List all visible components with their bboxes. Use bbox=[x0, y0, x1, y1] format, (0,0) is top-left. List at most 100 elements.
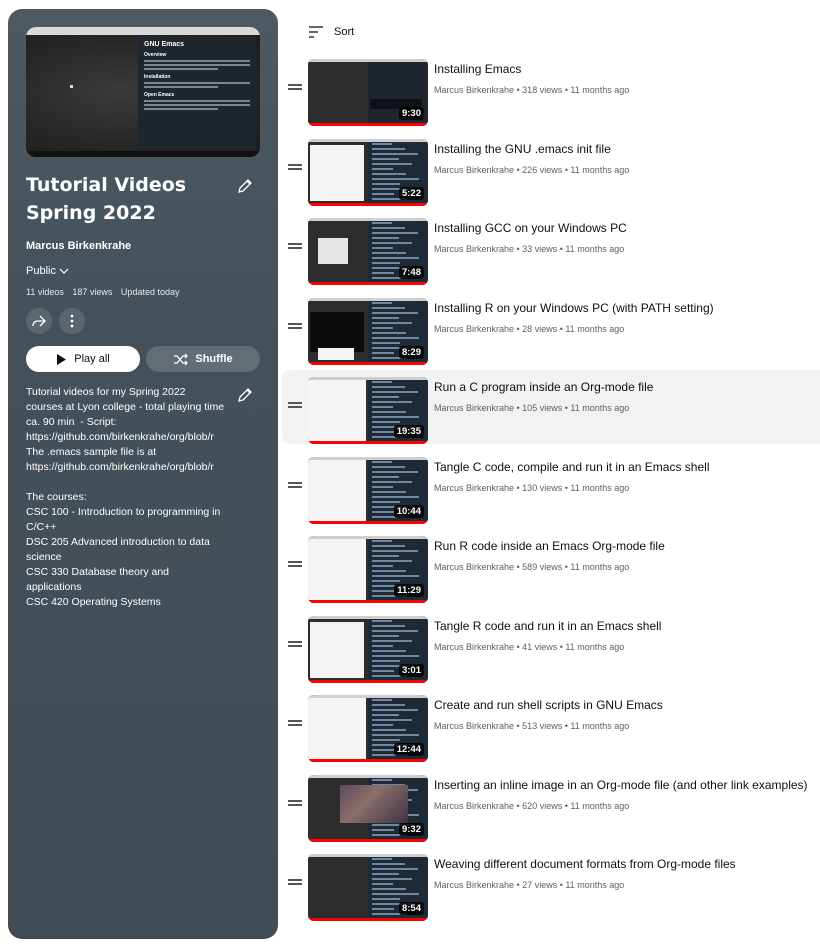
thumbnail-document: GNU Emacs Overview Installation Open Ema… bbox=[138, 37, 256, 151]
video-title[interactable]: Run a C program inside an Org-mode file bbox=[434, 380, 653, 394]
duration-badge: 8:54 bbox=[398, 902, 424, 915]
drag-handle-icon[interactable] bbox=[288, 879, 302, 887]
duration-badge: 8:29 bbox=[398, 346, 424, 359]
video-thumbnail[interactable]: 19:35 bbox=[308, 377, 428, 444]
drag-handle-icon[interactable] bbox=[288, 482, 302, 490]
video-meta: Marcus Birkenkrahe • 513 views • 11 mont… bbox=[434, 721, 630, 731]
video-thumbnail[interactable]: 12:44 bbox=[308, 695, 428, 762]
video-meta: Marcus Birkenkrahe • 28 views • 11 month… bbox=[434, 324, 625, 334]
edit-title-pencil-icon[interactable] bbox=[236, 177, 254, 195]
thumbnail-doc-section: Installation bbox=[144, 74, 171, 80]
video-title[interactable]: Create and run shell scripts in GNU Emac… bbox=[434, 698, 663, 712]
drag-handle-icon[interactable] bbox=[288, 84, 302, 92]
video-row[interactable]: 19:35 Run a C program inside an Org-mode … bbox=[282, 370, 820, 444]
video-thumbnail[interactable]: 8:29 bbox=[308, 298, 428, 365]
video-thumbnail[interactable]: 9:32 bbox=[308, 775, 428, 842]
video-title[interactable]: Run R code inside an Emacs Org-mode file bbox=[434, 539, 665, 553]
video-title[interactable]: Installing the GNU .emacs init file bbox=[434, 142, 611, 156]
video-row[interactable]: 12:44 Create and run shell scripts in GNU… bbox=[282, 688, 820, 762]
video-meta: Marcus Birkenkrahe • 33 views • 11 month… bbox=[434, 244, 625, 254]
thumbnail-doc-title: GNU Emacs bbox=[144, 41, 185, 48]
video-meta: Marcus Birkenkrahe • 589 views • 11 mont… bbox=[434, 562, 630, 572]
video-thumbnail[interactable]: 7:48 bbox=[308, 218, 428, 285]
duration-badge: 7:48 bbox=[398, 266, 424, 279]
video-thumbnail[interactable]: 8:54 bbox=[308, 854, 428, 921]
video-row[interactable]: 8:29 Installing R on your Windows PC (wit… bbox=[282, 291, 820, 365]
mouse-cursor-icon bbox=[70, 85, 73, 88]
duration-badge: 19:35 bbox=[393, 425, 424, 438]
playlist-title-line2: Spring 2022 bbox=[26, 202, 156, 224]
duration-badge: 9:30 bbox=[398, 107, 424, 120]
thumbnail-browser-bar bbox=[26, 27, 260, 35]
video-title[interactable]: Installing GCC on your Windows PC bbox=[434, 221, 627, 235]
video-meta: Marcus Birkenkrahe • 130 views • 11 mont… bbox=[434, 483, 630, 493]
video-thumbnail[interactable]: 11:29 bbox=[308, 536, 428, 603]
privacy-dropdown[interactable]: Public bbox=[26, 265, 69, 277]
video-meta: Marcus Birkenkrahe • 226 views • 11 mont… bbox=[434, 165, 630, 175]
video-row[interactable]: 7:48 Installing GCC on your Windows PC Mar… bbox=[282, 211, 820, 285]
playlist-title: Tutorial Videos Spring 2022 bbox=[26, 171, 226, 227]
video-row[interactable]: 11:29 Run R code inside an Emacs Org-mode… bbox=[282, 529, 820, 603]
video-meta: Marcus Birkenkrahe • 318 views • 11 mont… bbox=[434, 85, 630, 95]
video-row[interactable]: 5:22 Installing the GNU .emacs init file M… bbox=[282, 132, 820, 206]
shuffle-button[interactable]: Shuffle bbox=[146, 346, 260, 372]
video-thumbnail[interactable]: 10:44 bbox=[308, 457, 428, 524]
video-row[interactable]: 9:30 Installing Emacs Marcus Birkenkrahe •… bbox=[282, 52, 820, 126]
drag-handle-icon[interactable] bbox=[288, 720, 302, 728]
drag-handle-icon[interactable] bbox=[288, 561, 302, 569]
video-meta: Marcus Birkenkrahe • 620 views • 11 mont… bbox=[434, 801, 630, 811]
playlist-title-line1: Tutorial Videos bbox=[26, 174, 187, 196]
thumbnail-doc-section: Overview bbox=[144, 52, 167, 58]
drag-handle-icon[interactable] bbox=[288, 243, 302, 251]
sort-icon bbox=[309, 26, 323, 38]
thumbnail-taskbar bbox=[26, 151, 260, 157]
video-thumbnail[interactable]: 5:22 bbox=[308, 139, 428, 206]
video-thumbnail[interactable]: 9:30 bbox=[308, 59, 428, 126]
duration-badge: 12:44 bbox=[393, 743, 424, 756]
video-title[interactable]: Installing Emacs bbox=[434, 62, 521, 76]
play-icon bbox=[57, 353, 67, 365]
video-count: 11 videos bbox=[26, 287, 64, 297]
playlist-stats: 11 videos 187 views Updated today bbox=[26, 287, 185, 297]
playlist-thumbnail[interactable]: GNU Emacs Overview Installation Open Ema… bbox=[26, 27, 260, 157]
video-row[interactable]: 9:32 Inserting an inline image in an Org-… bbox=[282, 768, 820, 842]
duration-badge: 5:22 bbox=[398, 187, 424, 200]
chevron-down-icon bbox=[59, 268, 69, 274]
video-row[interactable]: 10:44 Tangle C code, compile and run it i… bbox=[282, 450, 820, 524]
updated-text: Updated today bbox=[120, 287, 180, 297]
privacy-label: Public bbox=[26, 265, 56, 277]
drag-handle-icon[interactable] bbox=[288, 164, 302, 172]
video-meta: Marcus Birkenkrahe • 41 views • 11 month… bbox=[434, 642, 625, 652]
playlist-header-panel: GNU Emacs Overview Installation Open Ema… bbox=[8, 9, 278, 939]
sort-label: Sort bbox=[334, 26, 355, 38]
video-title[interactable]: Installing R on your Windows PC (with PA… bbox=[434, 301, 714, 315]
view-count: 187 views bbox=[72, 287, 113, 297]
playlist-owner[interactable]: Marcus Birkenkrahe bbox=[26, 240, 131, 252]
share-icon bbox=[32, 315, 46, 327]
video-row[interactable]: 3:01 Tangle R code and run it in an Emacs… bbox=[282, 609, 820, 683]
video-title[interactable]: Tangle R code and run it in an Emacs she… bbox=[434, 619, 661, 633]
video-title[interactable]: Weaving different document formats from … bbox=[434, 857, 736, 871]
more-actions-button[interactable] bbox=[59, 308, 85, 334]
playlist-description: Tutorial videos for my Spring 2022 cours… bbox=[26, 386, 225, 608]
shuffle-icon bbox=[174, 353, 189, 365]
duration-badge: 9:32 bbox=[398, 823, 424, 836]
shuffle-label: Shuffle bbox=[195, 353, 233, 365]
video-title[interactable]: Inserting an inline image in an Org-mode… bbox=[434, 778, 808, 792]
play-all-button[interactable]: Play all bbox=[26, 346, 140, 372]
video-thumbnail[interactable]: 3:01 bbox=[308, 616, 428, 683]
drag-handle-icon[interactable] bbox=[288, 323, 302, 331]
thumbnail-doc-section: Open Emacs bbox=[144, 92, 175, 98]
duration-badge: 11:29 bbox=[394, 584, 424, 597]
video-meta: Marcus Birkenkrahe • 27 views • 11 month… bbox=[434, 880, 625, 890]
video-title[interactable]: Tangle C code, compile and run it in an … bbox=[434, 460, 709, 474]
drag-handle-icon[interactable] bbox=[288, 641, 302, 649]
drag-handle-icon[interactable] bbox=[288, 800, 302, 808]
share-button[interactable] bbox=[26, 308, 52, 334]
edit-description-pencil-icon[interactable] bbox=[236, 386, 254, 404]
duration-badge: 10:44 bbox=[393, 505, 424, 518]
drag-handle-icon[interactable] bbox=[288, 402, 302, 410]
sort-button[interactable]: Sort bbox=[308, 26, 354, 38]
play-all-label: Play all bbox=[74, 353, 110, 365]
video-row[interactable]: 8:54 Weaving different document formats f… bbox=[282, 847, 820, 921]
